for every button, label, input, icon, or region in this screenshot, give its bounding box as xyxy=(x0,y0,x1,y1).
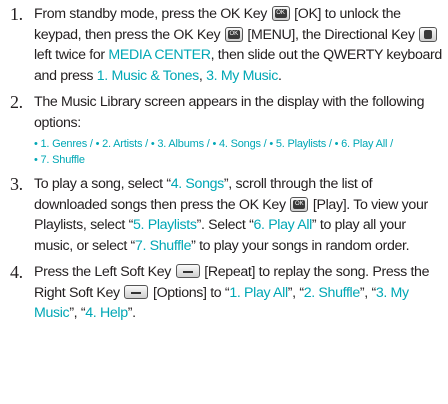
text: ”, “ xyxy=(359,284,376,301)
ok-key-icon: OK xyxy=(224,26,243,42)
left-soft-key-icon xyxy=(175,264,200,278)
menu-ref: 4. Help xyxy=(85,305,128,321)
soft-key-bar xyxy=(182,271,193,273)
text: [Options] to “ xyxy=(152,284,230,301)
directional-key-center xyxy=(424,29,433,39)
menu-ref: 1. Music & Tones xyxy=(96,67,200,84)
text: ”. xyxy=(127,305,136,321)
ok-key-icon: OK xyxy=(290,196,309,212)
ok-key-icon: OK xyxy=(271,6,290,21)
right-soft-key-icon xyxy=(124,284,149,299)
text: ” to play your songs in random order. xyxy=(191,237,410,254)
directional-key-icon xyxy=(419,26,438,42)
menu-ref: 7. Shuffle xyxy=(134,237,192,254)
option-item: • 1. Genres / xyxy=(34,138,93,150)
option-item: • 5. Playlists / xyxy=(269,138,332,150)
step-number: 4. xyxy=(10,262,23,282)
ok-key-label: OK xyxy=(274,9,287,18)
option-item: • 3. Albums / xyxy=(150,138,210,150)
step-2: 2. The Music Library screen appears in t… xyxy=(6,92,442,168)
text: ”, “ xyxy=(287,284,304,301)
text: , xyxy=(198,67,203,84)
text: From standby mode, press the OK Key xyxy=(34,6,267,22)
option-item: • 7. Shuffle xyxy=(34,154,85,166)
text: ”, “ xyxy=(69,305,86,321)
step-number: 2. xyxy=(10,92,23,112)
manual-page: 1. From standby mode, press the OK Key O… xyxy=(0,0,448,404)
step-number: 3. xyxy=(10,174,23,194)
ok-key-label: OK xyxy=(227,29,240,39)
text: [MENU], the Directional Key xyxy=(247,26,415,43)
option-item: • 6. Play All / xyxy=(334,138,394,150)
menu-ref: 1. Play All xyxy=(229,284,288,301)
options-list: • 1. Genres / • 2. Artists / • 3. Albums… xyxy=(34,136,442,168)
step-number: 1. xyxy=(10,4,23,24)
menu-ref: MEDIA CENTER xyxy=(108,47,211,63)
ok-key-label: OK xyxy=(293,199,306,209)
menu-ref: 3. My Music xyxy=(206,67,278,84)
text: To play a song, select “ xyxy=(34,176,171,192)
menu-ref: 2. Shuffle xyxy=(303,284,361,301)
option-item: • 4. Songs / xyxy=(212,138,267,150)
text: The Music Library screen appears in the … xyxy=(34,94,425,131)
step-4: 4. Press the Left Soft Key [Repeat] to r… xyxy=(6,262,442,324)
text: . xyxy=(277,67,282,84)
step-3: 3. To play a song, select “4. Songs”, sc… xyxy=(6,174,442,256)
menu-ref: 4. Songs xyxy=(170,176,225,192)
menu-ref: 5. Playlists xyxy=(133,217,197,233)
menu-ref: 6. Play All xyxy=(253,217,312,233)
text: ”. Select “ xyxy=(196,217,254,233)
step-1: 1. From standby mode, press the OK Key O… xyxy=(6,4,442,86)
text: left twice for xyxy=(34,47,105,63)
soft-key-bar xyxy=(131,291,142,294)
option-item: • 2. Artists / xyxy=(95,138,149,150)
text: Press the Left Soft Key xyxy=(34,264,172,280)
